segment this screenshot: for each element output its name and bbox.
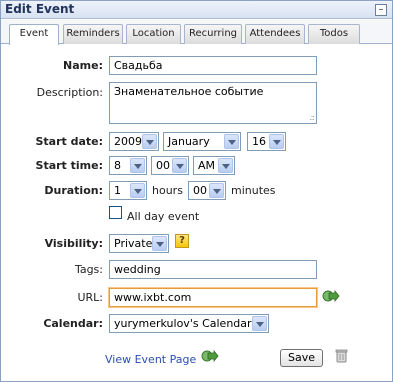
tab-todos[interactable]: Todos bbox=[308, 24, 360, 44]
start-year-select[interactable]: 2009 bbox=[109, 132, 159, 151]
visibility-select[interactable]: Private bbox=[109, 234, 169, 253]
chevron-down-icon bbox=[209, 183, 224, 198]
calendar-value: yurymerkulov's Calendar bbox=[114, 317, 252, 330]
minutes-unit-label: minutes bbox=[231, 184, 276, 197]
chevron-down-icon bbox=[130, 158, 145, 173]
tab-location[interactable]: Location bbox=[126, 24, 181, 44]
chevron-down-icon bbox=[252, 316, 267, 331]
chevron-down-icon bbox=[130, 183, 145, 198]
all-day-checkbox[interactable] bbox=[109, 206, 122, 219]
calendar-label: Calendar: bbox=[43, 317, 103, 330]
start-day-value: 16 bbox=[252, 135, 266, 148]
name-input[interactable]: Свадьба bbox=[109, 56, 317, 75]
help-icon[interactable]: ? bbox=[175, 234, 189, 248]
duration-minutes-select[interactable]: 00 bbox=[188, 181, 226, 200]
save-button[interactable]: Save bbox=[280, 349, 323, 367]
tags-input[interactable]: wedding bbox=[109, 260, 317, 279]
hours-unit-label: hours bbox=[152, 184, 183, 197]
start-day-select[interactable]: 16 bbox=[247, 132, 286, 151]
name-label: Name: bbox=[63, 59, 103, 72]
start-month-select[interactable]: January bbox=[163, 132, 241, 151]
start-ampm-select[interactable]: AM bbox=[193, 156, 235, 175]
title-bar: Edit Event – bbox=[1, 1, 392, 19]
start-time-label: Start time: bbox=[35, 159, 103, 172]
description-text: Знаменательное событие bbox=[114, 85, 264, 98]
tab-reminders[interactable]: Reminders bbox=[63, 24, 123, 44]
tab-bar: Event Reminders Location Recurring Atten… bbox=[1, 20, 392, 45]
duration-hours-select[interactable]: 1 bbox=[109, 181, 147, 200]
trash-icon[interactable] bbox=[335, 349, 348, 363]
visibility-label: Visibility: bbox=[44, 237, 103, 250]
start-ampm-value: AM bbox=[198, 159, 216, 172]
calendar-select[interactable]: yurymerkulov's Calendar bbox=[109, 314, 269, 333]
visibility-value: Private bbox=[114, 237, 153, 250]
chevron-down-icon bbox=[152, 236, 167, 251]
go-arrow-icon[interactable] bbox=[201, 349, 219, 363]
chevron-down-icon bbox=[224, 134, 239, 149]
collapse-button[interactable]: – bbox=[375, 4, 387, 16]
chevron-down-icon bbox=[218, 158, 233, 173]
view-event-page-link[interactable]: View Event Page bbox=[105, 353, 196, 366]
chevron-down-icon bbox=[172, 158, 187, 173]
start-hour-value: 8 bbox=[114, 159, 121, 172]
tags-label: Tags: bbox=[74, 263, 103, 276]
tab-event[interactable]: Event bbox=[9, 24, 59, 45]
description-textarea[interactable]: Знаменательное событие .:: bbox=[109, 82, 317, 124]
url-label: URL: bbox=[77, 291, 103, 304]
tab-recurring[interactable]: Recurring bbox=[184, 24, 242, 44]
duration-minutes-value: 00 bbox=[193, 184, 207, 197]
duration-label: Duration: bbox=[44, 184, 103, 197]
chevron-down-icon bbox=[269, 134, 284, 149]
start-hour-select[interactable]: 8 bbox=[109, 156, 147, 175]
tab-attendees[interactable]: Attendees bbox=[245, 24, 305, 44]
duration-hours-value: 1 bbox=[114, 184, 121, 197]
start-month-value: January bbox=[168, 135, 210, 148]
panel-title: Edit Event bbox=[5, 2, 75, 16]
url-input[interactable]: www.ixbt.com bbox=[109, 288, 317, 307]
start-minute-value: 00 bbox=[156, 159, 170, 172]
start-minute-select[interactable]: 00 bbox=[151, 156, 189, 175]
go-arrow-icon[interactable] bbox=[322, 289, 340, 303]
all-day-label: All day event bbox=[127, 210, 200, 223]
description-label: Description: bbox=[36, 86, 103, 99]
edit-event-panel: Edit Event – Event Reminders Location Re… bbox=[0, 0, 393, 382]
resize-grip-icon[interactable]: .:: bbox=[309, 113, 315, 122]
start-year-value: 2009 bbox=[114, 135, 142, 148]
start-date-label: Start date: bbox=[35, 135, 103, 148]
chevron-down-icon bbox=[142, 134, 157, 149]
